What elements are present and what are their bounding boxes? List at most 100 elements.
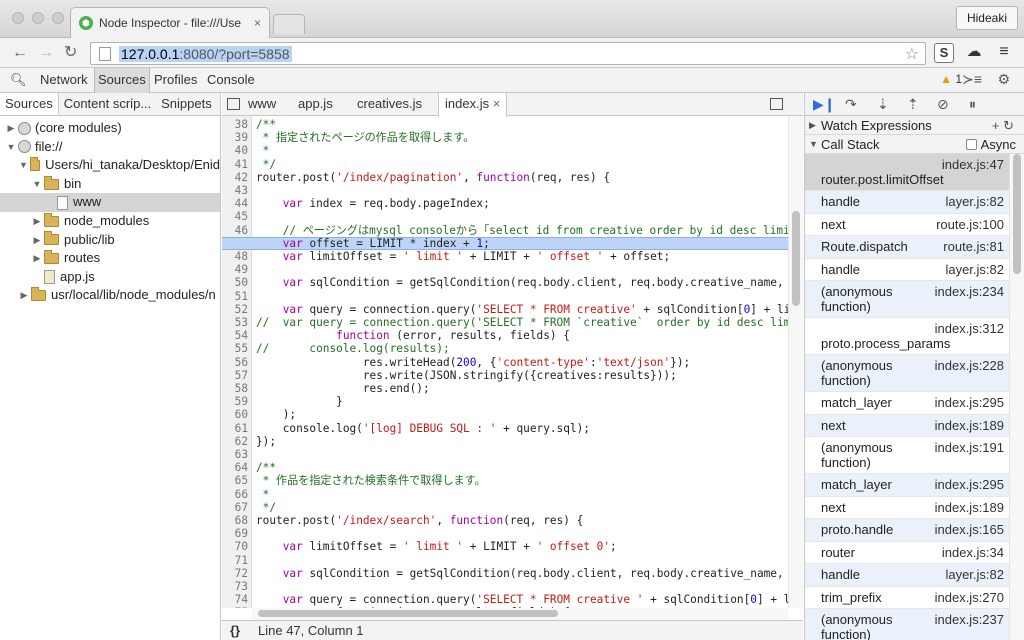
expand-triangle-icon[interactable]: ▼ [6,138,16,157]
tree-item[interactable]: ▶ node_modules [0,212,220,231]
expand-triangle-icon[interactable]: ▼ [19,156,28,175]
tab-profiles[interactable]: Profiles [154,72,197,87]
watch-expressions-header[interactable]: ▶ Watch Expressions + ↻ [805,116,1024,135]
code-line[interactable]: var query = connection.query('SELECT * F… [256,303,788,316]
line-number[interactable]: 75 [222,606,248,608]
call-frame[interactable]: next index.js:189 [805,497,1010,519]
code-line[interactable]: console.log('[log] DEBUG SQL : ' + query… [256,422,590,435]
tree-item[interactable]: ▶ routes [0,249,220,268]
code-line[interactable]: // ページングはmysql consoleから「select id from … [256,224,788,237]
line-number[interactable]: 39 [222,131,248,144]
line-number[interactable]: 46 [222,224,248,237]
line-number[interactable]: 53 [222,316,248,329]
sidebar-scrollbar[interactable] [1009,154,1024,640]
line-number[interactable]: 73 [222,580,248,593]
code-line[interactable]: router.post('/index/search', function(re… [256,514,583,527]
code-area[interactable]: 3839404142434445464748495051525354555657… [222,116,788,608]
code-line[interactable]: * 指定されたページの作品を取得します。 [256,131,475,144]
line-number[interactable]: 58 [222,382,248,395]
call-frame[interactable]: next route.js:100 [805,214,1010,236]
editor-tab-www[interactable]: www [242,93,282,116]
call-frame[interactable]: handle layer.js:82 [805,564,1010,587]
collapse-triangle-icon[interactable]: ▶ [32,212,42,231]
code-line[interactable]: var offset = LIMIT * index + 1; [256,237,490,250]
toggle-debugger-icon[interactable] [770,98,783,110]
line-number[interactable]: 49 [222,263,248,276]
line-number[interactable]: 62 [222,435,248,448]
tree-item[interactable]: ▼ bin [0,175,220,194]
pretty-print-button[interactable]: {} [230,621,240,640]
scroll-thumb[interactable] [258,610,558,617]
call-frame[interactable]: handle layer.js:82 [805,259,1010,281]
warning-counter[interactable]: ▲ 1 [940,72,962,86]
line-number[interactable]: 48 [222,250,248,263]
line-number[interactable]: 67 [222,501,248,514]
scroll-thumb[interactable] [792,211,800,306]
navigator-tab-snippets[interactable]: Snippets [156,93,217,115]
editor-tab-creatives-js[interactable]: creatives.js [351,93,428,116]
resume-icon[interactable]: ▶︎❙ [813,96,836,112]
call-frame[interactable]: next index.js:189 [805,414,1010,437]
code-line[interactable]: router.post('/index/pagination', functio… [256,171,610,184]
async-checkbox[interactable]: Async [965,135,1016,154]
tab-sources[interactable]: Sources [94,68,150,93]
code-line[interactable]: */ [256,501,276,514]
line-number[interactable]: 52 [222,303,248,316]
code-line[interactable]: res.end(); [256,382,430,395]
editor-tab-app-js[interactable]: app.js [292,93,339,116]
call-frame[interactable]: (anonymous function) index.js:237 [805,609,1010,640]
tab-network[interactable]: Network [40,72,88,87]
bookmark-star-icon[interactable]: ☆ [905,44,919,64]
call-frame[interactable]: match_layer index.js:295 [805,474,1010,497]
code-line[interactable]: }); [256,435,276,448]
code-line[interactable]: // console.log(results); [256,342,450,355]
deactivate-breakpoints-icon[interactable]: ⊘ [937,96,949,112]
line-number[interactable]: 41 [222,158,248,171]
scroll-thumb[interactable] [1013,154,1021,274]
collapse-triangle-icon[interactable]: ▶ [19,286,29,305]
call-frame[interactable]: Route.dispatch route.js:81 [805,236,1010,259]
line-number[interactable]: 61 [222,422,248,435]
call-frame[interactable]: trim_prefix index.js:270 [805,587,1010,609]
code-line[interactable]: function (error, results, fields) { [256,329,570,342]
line-number[interactable]: 42 [222,171,248,184]
extension-s-icon[interactable]: S [934,43,954,63]
code-line[interactable]: var sqlCondition = getSqlCondition(req.b… [256,276,788,289]
expand-triangle-icon[interactable]: ▼ [32,175,42,194]
code-line[interactable]: var limitOffset = ' limit ' + LIMIT + ' … [256,250,670,263]
code-line[interactable]: // var query = connection.query('SELECT … [256,316,788,329]
tab-close-icon[interactable]: × [493,96,501,111]
settings-gear-icon[interactable]: ⚙ [997,71,1010,88]
collapse-triangle-icon[interactable]: ▶ [32,231,42,250]
forward-arrow-icon[interactable]: → [38,43,54,63]
profile-button[interactable]: Hideaki [955,6,1018,30]
line-gutter[interactable]: 3839404142434445464748495051525354555657… [222,116,252,608]
code-line[interactable]: } [256,395,343,408]
editor-tab-index-js[interactable]: index.js × [438,93,508,117]
step-over-icon[interactable]: ↷ [845,96,857,112]
collapse-triangle-icon[interactable]: ▶ [6,119,16,138]
line-number[interactable]: 51 [222,290,248,303]
watch-add-refresh-buttons[interactable]: + ↻ [992,116,1014,135]
code-line[interactable]: var sqlCondition = getSqlCondition(req.b… [256,567,788,580]
tree-item[interactable]: www [0,193,220,212]
line-number[interactable]: 68 [222,514,248,527]
collapse-triangle-icon[interactable]: ▶ [32,249,42,268]
extension-cloud-icon[interactable]: ☁ [964,43,984,63]
code-line[interactable]: /** [256,118,276,131]
editor-horizontal-scrollbar[interactable] [252,608,788,620]
tab-close-icon[interactable]: × [254,16,261,30]
line-number[interactable]: 72 [222,567,248,580]
drawer-toggle-icon[interactable]: ≻≡ [962,71,982,88]
call-frame[interactable]: (anonymous function) index.js:191 [805,437,1010,474]
window-zoom-button[interactable] [52,12,64,24]
url-text[interactable]: 127.0.0.1:8080/?port=5858 [119,45,292,62]
line-number[interactable]: 69 [222,527,248,540]
line-number[interactable]: 55 [222,342,248,355]
line-number[interactable]: 66 [222,488,248,501]
line-number[interactable]: 40 [222,144,248,157]
tree-item[interactable]: app.js [0,268,220,287]
call-frame[interactable]: match_layer index.js:295 [805,392,1010,415]
pause-on-exceptions-icon[interactable]: ⏸ [969,96,976,112]
tab-console[interactable]: Console [207,72,255,87]
